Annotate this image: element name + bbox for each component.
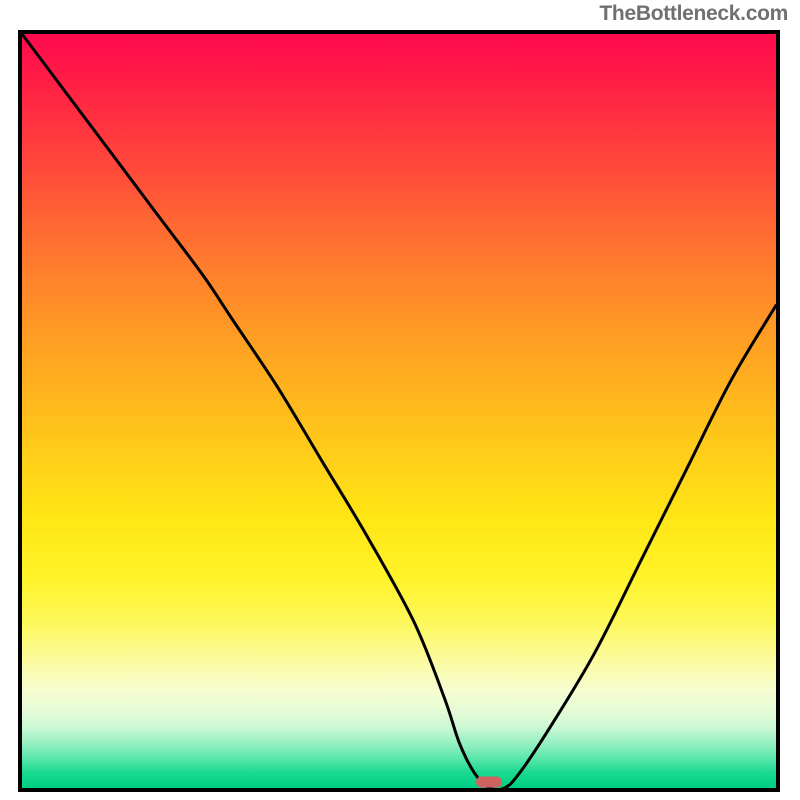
watermark-text: TheBottleneck.com (599, 2, 788, 26)
chart-plot-area (18, 30, 780, 792)
bottleneck-curve-line (22, 34, 776, 788)
optimal-point-marker (476, 777, 502, 788)
